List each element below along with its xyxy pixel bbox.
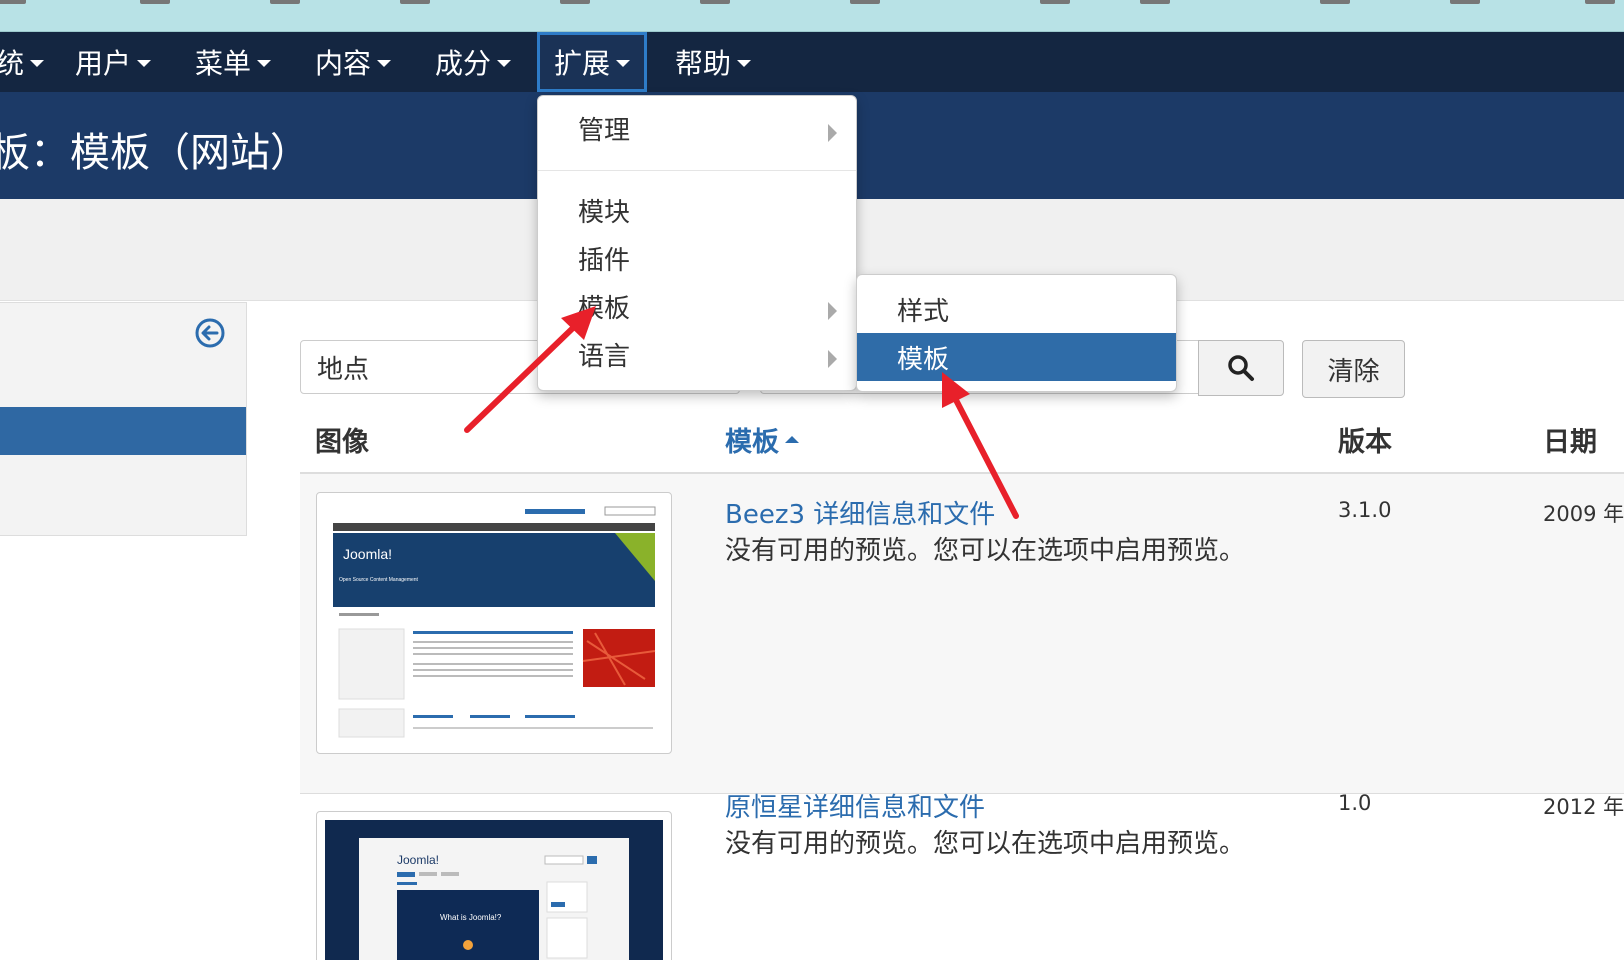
menu-item-manage[interactable]: 管理: [578, 110, 630, 147]
bookmarks-bar: [0, 0, 1624, 32]
bookmark-item[interactable]: [140, 0, 170, 4]
folder-icon: [270, 0, 300, 4]
caret-down-icon: [497, 59, 512, 67]
search-button[interactable]: [1198, 340, 1284, 396]
caret-down-icon: [30, 59, 45, 67]
nav-item-help[interactable]: 帮助: [675, 32, 752, 92]
page-title: 板：模板（网站）: [0, 130, 310, 176]
column-header-image: 图像: [315, 427, 369, 458]
main-nav: 统 用户 菜单 内容 成分 扩展 帮助: [0, 32, 1624, 92]
folder-icon: [560, 0, 590, 4]
nav-label: 成分: [435, 47, 492, 80]
chevron-right-icon: [828, 302, 837, 320]
menu-item-templates[interactable]: 模板: [578, 288, 630, 325]
template-thumbnail[interactable]: Joomla! Open Source Content Management: [316, 492, 672, 754]
menu-item-languages[interactable]: 语言: [578, 336, 630, 373]
nav-item-menus[interactable]: 菜单: [195, 32, 272, 92]
template-version: 3.1.0: [1338, 498, 1392, 522]
column-header-version: 版本: [1338, 427, 1392, 458]
submenu-item-templates[interactable]: 模板: [857, 333, 1176, 381]
template-title-link[interactable]: 原恒星详细信息和文件: [725, 787, 985, 824]
menu-divider: [538, 170, 856, 171]
folder-icon: [140, 0, 170, 4]
nav-label: 菜单: [195, 47, 252, 80]
nav-item-components[interactable]: 成分: [435, 32, 512, 92]
folder-icon: [400, 0, 430, 4]
column-header-label: 模板: [725, 427, 779, 458]
bookmark-item[interactable]: [1040, 0, 1070, 4]
template-date: 2009 年: [1543, 502, 1624, 526]
caret-down-icon: [137, 59, 152, 67]
sort-ascending-icon: [785, 436, 799, 443]
bookmark-item[interactable]: [1320, 0, 1350, 4]
bookmark-item[interactable]: [400, 0, 430, 4]
caret-down-icon: [377, 59, 392, 67]
menu-item-plugins[interactable]: 插件: [578, 240, 630, 277]
folder-icon: [1040, 0, 1070, 4]
templates-submenu: 样式 模板: [856, 274, 1177, 392]
bookmark-item[interactable]: [270, 0, 300, 4]
nav-label: 扩展: [554, 47, 611, 80]
column-header-date: 日期: [1543, 427, 1597, 458]
thumb-tagline: Open Source Content Management: [339, 577, 419, 583]
caret-down-icon: [616, 59, 631, 67]
bookmark-item[interactable]: [1140, 0, 1170, 4]
bookmark-item[interactable]: [560, 0, 590, 4]
nav-item-system[interactable]: 统: [0, 32, 45, 92]
submenu-item-styles[interactable]: 样式: [857, 285, 1176, 333]
folder-icon: [1320, 0, 1350, 4]
search-icon: [1228, 355, 1254, 381]
beez3-preview-image: Joomla! Open Source Content Management: [325, 501, 663, 745]
template-description: 没有可用的预览。您可以在选项中启用预览。: [725, 829, 1246, 859]
protostar-preview-image: Joomla! What is Joomla!?: [325, 820, 663, 960]
chevron-right-icon: [828, 124, 837, 142]
extensions-dropdown-menu: 管理 模块 插件 模板 语言: [537, 95, 857, 391]
bookmark-item[interactable]: [850, 0, 880, 4]
folder-icon: [850, 0, 880, 4]
caret-down-icon: [737, 59, 752, 67]
template-date: 2012 年: [1543, 795, 1624, 819]
location-filter-value: 地点: [317, 354, 370, 385]
arrow-left-circle-icon[interactable]: [194, 317, 226, 349]
bookmark-item[interactable]: [1585, 0, 1615, 4]
folder-icon: [700, 0, 730, 4]
folder-icon: [1140, 0, 1170, 4]
folder-icon: [0, 0, 26, 4]
caret-down-icon: [257, 59, 272, 67]
column-header-template[interactable]: 模板: [725, 420, 799, 459]
nav-item-users[interactable]: 用户: [75, 32, 152, 92]
chevron-right-icon: [828, 350, 837, 368]
table-row: Joomla! Open Source Content Management B…: [300, 474, 1624, 794]
nav-label: 内容: [315, 47, 372, 80]
bookmark-item[interactable]: [700, 0, 730, 4]
thumb-tagline: What is Joomla!?: [440, 913, 502, 922]
sidebar-item-active[interactable]: [0, 407, 246, 455]
nav-label: 统: [0, 47, 25, 80]
folder-icon: [1585, 0, 1615, 4]
nav-label: 用户: [75, 47, 132, 80]
table-row: Joomla! What is Joomla!? 原恒星详细信息和文件 没有可用…: [300, 791, 1624, 960]
template-thumbnail[interactable]: Joomla! What is Joomla!?: [316, 811, 672, 960]
thumb-brand: Joomla!: [343, 546, 392, 562]
clear-button[interactable]: 清除: [1302, 340, 1405, 398]
template-version: 1.0: [1338, 791, 1372, 815]
bookmark-item[interactable]: [0, 0, 26, 4]
folder-icon: [1450, 0, 1480, 4]
nav-item-extensions[interactable]: 扩展: [537, 32, 648, 92]
template-title-link[interactable]: Beez3 详细信息和文件: [725, 494, 995, 531]
sidebar: [0, 302, 247, 536]
nav-item-content[interactable]: 内容: [315, 32, 392, 92]
template-description: 没有可用的预览。您可以在选项中启用预览。: [725, 536, 1246, 566]
menu-item-modules[interactable]: 模块: [578, 192, 630, 229]
thumb-brand: Joomla!: [397, 853, 439, 867]
bookmark-item[interactable]: [1450, 0, 1480, 4]
nav-label: 帮助: [675, 47, 732, 80]
